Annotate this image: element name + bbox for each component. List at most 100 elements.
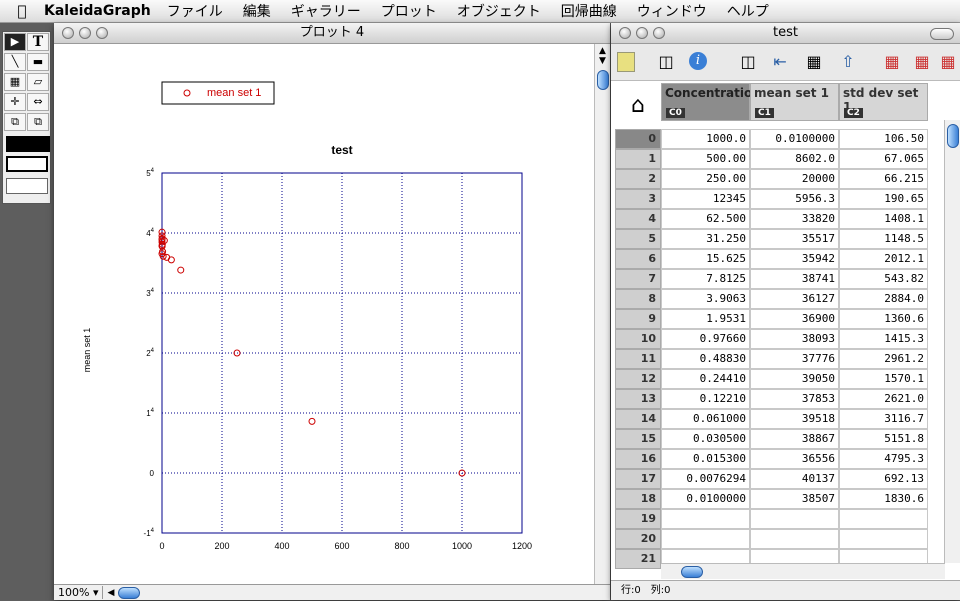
table-cell[interactable]: 0.030500 bbox=[661, 429, 750, 449]
table-cell[interactable]: 37853 bbox=[750, 389, 839, 409]
table-cell[interactable]: 67.065 bbox=[839, 149, 928, 169]
data-vertical-scrollbar[interactable] bbox=[944, 120, 960, 563]
row-number[interactable]: 20 bbox=[615, 529, 661, 549]
table-cell[interactable]: 39518 bbox=[750, 409, 839, 429]
table-cell[interactable]: 2621.0 bbox=[839, 389, 928, 409]
table-cell[interactable]: 1148.5 bbox=[839, 229, 928, 249]
column-header-c0[interactable]: Concentration C0 bbox=[661, 83, 761, 121]
menu-object[interactable]: オブジェクト bbox=[457, 1, 541, 21]
row-number[interactable]: 16 bbox=[615, 449, 661, 469]
table-cell[interactable]: 2884.0 bbox=[839, 289, 928, 309]
row-number[interactable]: 0 bbox=[615, 129, 661, 149]
table-cell[interactable]: 37776 bbox=[750, 349, 839, 369]
table-cell[interactable]: 33820 bbox=[750, 209, 839, 229]
menu-help[interactable]: ヘルプ bbox=[727, 1, 769, 21]
table-cell[interactable]: 4795.3 bbox=[839, 449, 928, 469]
table-cell[interactable]: 40137 bbox=[750, 469, 839, 489]
arrow-tool-icon[interactable]: ▶ bbox=[4, 33, 26, 51]
table-cell[interactable]: 15.625 bbox=[661, 249, 750, 269]
table-cell[interactable]: 7.8125 bbox=[661, 269, 750, 289]
table-cell[interactable]: 692.13 bbox=[839, 469, 928, 489]
table-cell[interactable]: 66.215 bbox=[839, 169, 928, 189]
row-number[interactable]: 15 bbox=[615, 429, 661, 449]
table-cell[interactable]: 1360.6 bbox=[839, 309, 928, 329]
table-cell[interactable]: 36127 bbox=[750, 289, 839, 309]
row-number[interactable]: 11 bbox=[615, 349, 661, 369]
crosshair-tool-icon[interactable]: ✛ bbox=[4, 93, 26, 111]
table-cell[interactable]: 1830.6 bbox=[839, 489, 928, 509]
line-width-selector[interactable] bbox=[6, 178, 48, 194]
table-tool-icon[interactable]: ▦ bbox=[4, 73, 26, 91]
row-number[interactable]: 13 bbox=[615, 389, 661, 409]
back-tool-icon[interactable]: ⧉ bbox=[27, 113, 49, 131]
zoom-level-selector[interactable]: 100% ▾ bbox=[54, 586, 104, 599]
table-cell[interactable]: 38507 bbox=[750, 489, 839, 509]
plot-window-titlebar[interactable]: プロット 4 bbox=[54, 23, 610, 44]
delete-row-icon[interactable]: ▦ bbox=[911, 52, 933, 72]
table-cell[interactable]: 35517 bbox=[750, 229, 839, 249]
notes-icon[interactable] bbox=[617, 52, 635, 72]
table-cell[interactable]: 8602.0 bbox=[750, 149, 839, 169]
row-number[interactable]: 19 bbox=[615, 509, 661, 529]
table-cell[interactable]: 0.0076294 bbox=[661, 469, 750, 489]
row-number[interactable]: 1 bbox=[615, 149, 661, 169]
clear-icon[interactable]: ▦ bbox=[937, 52, 959, 72]
row-number[interactable]: 3 bbox=[615, 189, 661, 209]
line-style-swatch[interactable] bbox=[6, 156, 48, 172]
menu-file[interactable]: ファイル bbox=[167, 1, 223, 21]
row-number[interactable]: 6 bbox=[615, 249, 661, 269]
table-cell[interactable]: 0.0100000 bbox=[661, 489, 750, 509]
table-cell[interactable] bbox=[661, 509, 750, 529]
plot-area[interactable]: 020040060080010001200-1401424344454testC… bbox=[54, 44, 594, 594]
data-hscroll-thumb[interactable] bbox=[681, 566, 703, 578]
menu-gallery[interactable]: ギャラリー bbox=[291, 1, 361, 21]
table-cell[interactable]: 38867 bbox=[750, 429, 839, 449]
column-header-c2[interactable]: std dev set 1 C2 bbox=[839, 83, 928, 121]
info-icon[interactable]: i bbox=[689, 52, 707, 70]
table-cell[interactable]: 190.65 bbox=[839, 189, 928, 209]
table-cell[interactable]: 1.9531 bbox=[661, 309, 750, 329]
row-number[interactable]: 17 bbox=[615, 469, 661, 489]
row-number[interactable]: 14 bbox=[615, 409, 661, 429]
toolbar-toggle-button[interactable] bbox=[930, 28, 954, 40]
table-cell[interactable] bbox=[839, 529, 928, 549]
table-cell[interactable]: 1408.1 bbox=[839, 209, 928, 229]
plot-vscroll-thumb[interactable] bbox=[596, 70, 609, 90]
minimize-window-icon[interactable] bbox=[636, 27, 648, 39]
text-tool-icon[interactable]: T bbox=[27, 33, 49, 51]
line-tool-icon[interactable]: ╲ bbox=[4, 53, 26, 71]
front-tool-icon[interactable]: ⧉ bbox=[4, 113, 26, 131]
row-number[interactable]: 21 bbox=[615, 549, 661, 569]
table-cell[interactable]: 0.0100000 bbox=[750, 129, 839, 149]
table-cell[interactable]: 5956.3 bbox=[750, 189, 839, 209]
row-number[interactable]: 12 bbox=[615, 369, 661, 389]
table-cell[interactable]: 250.00 bbox=[661, 169, 750, 189]
table-cell[interactable]: 20000 bbox=[750, 169, 839, 189]
column-header-c1[interactable]: mean set 1 C1 bbox=[750, 83, 839, 121]
home-icon[interactable]: ⌂ bbox=[615, 81, 661, 129]
close-window-icon[interactable] bbox=[619, 27, 631, 39]
eraser-tool-icon[interactable]: ▱ bbox=[27, 73, 49, 91]
table-cell[interactable]: 38741 bbox=[750, 269, 839, 289]
table-cell[interactable]: 0.24410 bbox=[661, 369, 750, 389]
table-cell[interactable]: 38093 bbox=[750, 329, 839, 349]
insert-column-icon[interactable]: ◫ bbox=[737, 52, 759, 72]
table-cell[interactable]: 39050 bbox=[750, 369, 839, 389]
table-cell[interactable]: 35942 bbox=[750, 249, 839, 269]
data-window-titlebar[interactable]: test bbox=[611, 23, 960, 44]
table-cell[interactable]: 2961.2 bbox=[839, 349, 928, 369]
table-cell[interactable]: 1570.1 bbox=[839, 369, 928, 389]
zoom-tool-icon[interactable]: ⇔ bbox=[27, 93, 49, 111]
table-cell[interactable]: 12345 bbox=[661, 189, 750, 209]
column-chart-icon[interactable]: ◫ bbox=[655, 52, 677, 72]
insert-row-icon[interactable]: ▦ bbox=[803, 52, 825, 72]
move-row-up-icon[interactable]: ⇧ bbox=[837, 52, 859, 72]
table-cell[interactable]: 3116.7 bbox=[839, 409, 928, 429]
table-cell[interactable]: 62.500 bbox=[661, 209, 750, 229]
menu-edit[interactable]: 編集 bbox=[243, 1, 271, 21]
row-number[interactable]: 9 bbox=[615, 309, 661, 329]
table-cell[interactable]: 106.50 bbox=[839, 129, 928, 149]
table-cell[interactable]: 543.82 bbox=[839, 269, 928, 289]
menu-plot[interactable]: プロット bbox=[381, 1, 437, 21]
row-number[interactable]: 2 bbox=[615, 169, 661, 189]
